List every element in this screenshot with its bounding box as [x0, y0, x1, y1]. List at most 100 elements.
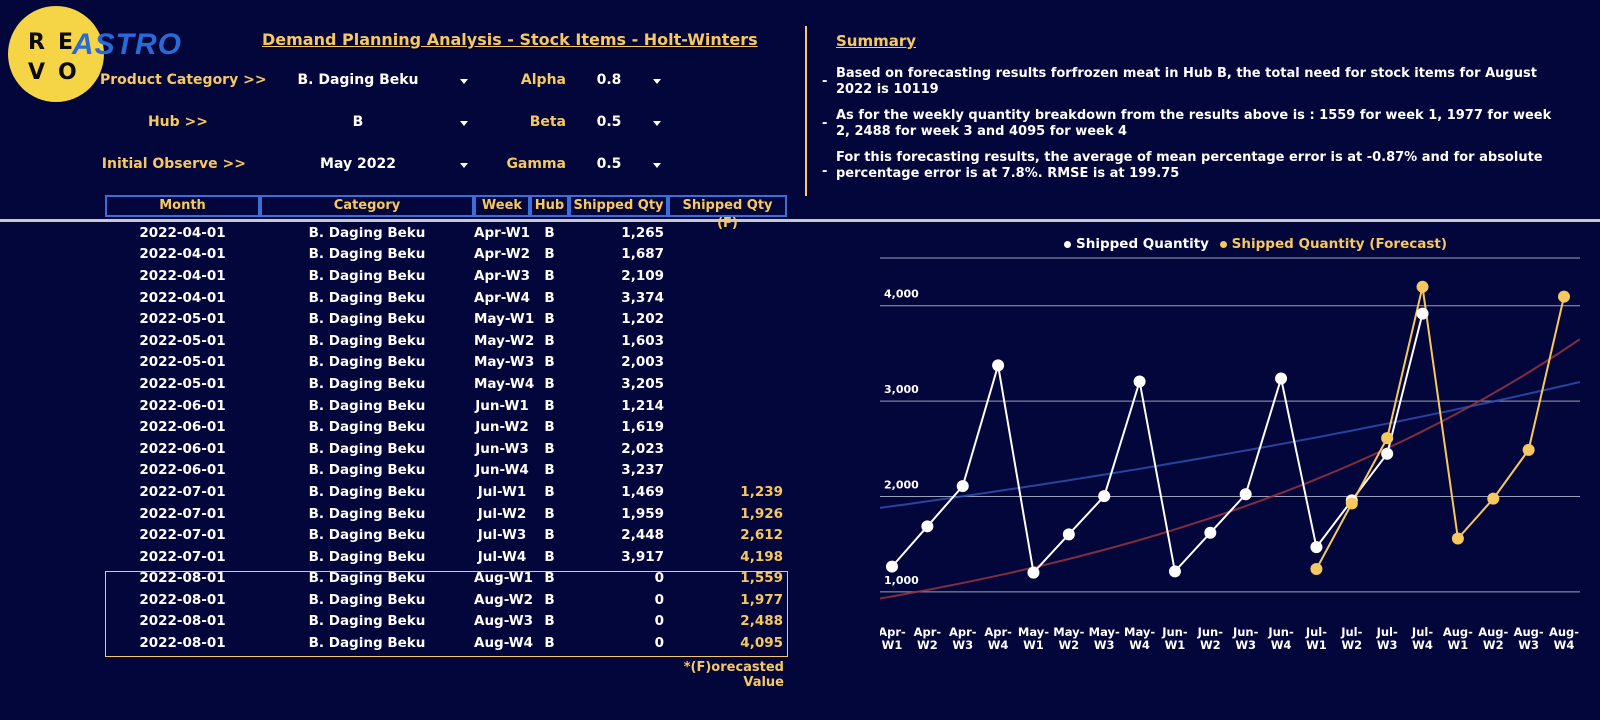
chevron-down-icon — [460, 163, 468, 168]
cell-shipped-qty: 1,202 — [621, 311, 664, 328]
cell-shipped-qty: 3,374 — [621, 289, 664, 306]
header-hub[interactable]: Hub — [530, 195, 569, 217]
hub-value: B — [352, 114, 364, 130]
x-tick-label: Apr-W2 — [914, 625, 942, 652]
y-tick-label: 3,000 — [884, 383, 919, 396]
hub-dropdown[interactable]: B — [290, 110, 470, 136]
cell-category: B. Daging Beku — [308, 548, 426, 565]
data-point-forecast — [1558, 290, 1570, 303]
header-month[interactable]: Month — [105, 195, 260, 217]
cell-week: May-W2 — [474, 332, 535, 349]
gamma-value: 0.5 — [596, 156, 622, 172]
cell-hub: B — [544, 548, 555, 565]
logo-letter: R — [28, 30, 45, 55]
table-row[interactable]: 2022-04-01 B. Daging Beku Apr-W4 B 3,374 — [105, 287, 787, 309]
cell-week: Jun-W2 — [475, 419, 529, 436]
alpha-label: Alpha — [520, 72, 566, 88]
cell-week: Jul-W2 — [477, 505, 527, 522]
forecast-highlight-box — [105, 571, 788, 657]
cell-month: 2022-04-01 — [139, 267, 226, 284]
cell-week: Jun-W4 — [475, 462, 529, 479]
bullet-dash: - — [822, 164, 828, 179]
data-point-shipped — [1275, 372, 1288, 385]
data-point-shipped — [1381, 447, 1394, 460]
table-row[interactable]: 2022-07-01 B. Daging Beku Jul-W3 B 2,448 2,61… — [105, 524, 787, 546]
cell-hub: B — [544, 354, 555, 371]
product-category-dropdown[interactable]: B. Daging Beku — [290, 68, 470, 94]
header-category[interactable]: Category — [260, 195, 474, 217]
table-row[interactable]: 2022-06-01 B. Daging Beku Jun-W4 B 3,237 — [105, 460, 787, 482]
x-tick-label: Jun-W3 — [1232, 625, 1259, 652]
logo-letter: O — [58, 60, 77, 85]
cell-shipped-qty: 2,003 — [621, 354, 664, 371]
x-tick-label: Aug-W2 — [1478, 625, 1508, 652]
table-row[interactable]: 2022-04-01 B. Daging Beku Apr-W3 B 2,109 — [105, 265, 787, 287]
cell-week: Apr-W3 — [474, 267, 531, 284]
cell-shipped-qty: 2,109 — [621, 267, 664, 284]
cell-hub: B — [544, 224, 555, 241]
table-row[interactable]: 2022-06-01 B. Daging Beku Jun-W1 B 1,214 — [105, 395, 787, 417]
data-point-forecast — [1487, 492, 1500, 505]
cell-month: 2022-05-01 — [139, 354, 226, 371]
cell-month: 2022-05-01 — [139, 311, 226, 328]
chevron-down-icon — [653, 163, 661, 168]
summary-item: - For this forecasting results, the aver… — [822, 150, 1562, 184]
cell-week: Apr-W4 — [474, 289, 531, 306]
cell-week: May-W3 — [474, 354, 535, 371]
cell-week: Jul-W1 — [477, 483, 527, 500]
table-row[interactable]: 2022-05-01 B. Daging Beku May-W3 B 2,003 — [105, 352, 787, 374]
series-line-shipped — [891, 313, 1424, 575]
cell-shipped-qty: 1,469 — [621, 483, 664, 500]
cell-category: B. Daging Beku — [308, 483, 426, 500]
cell-category: B. Daging Beku — [308, 224, 426, 241]
table-row[interactable]: 2022-04-01 B. Daging Beku Apr-W2 B 1,687 — [105, 244, 787, 266]
table-row[interactable]: 2022-05-01 B. Daging Beku May-W4 B 3,205 — [105, 373, 787, 395]
alpha-dropdown[interactable]: 0.8 — [590, 68, 670, 94]
table-row[interactable]: 2022-07-01 B. Daging Beku Jul-W1 B 1,469 1,23… — [105, 481, 787, 503]
table-row[interactable]: 2022-07-01 B. Daging Beku Jul-W4 B 3,917 4,19… — [105, 546, 787, 568]
cell-shipped-qty: 3,237 — [621, 462, 664, 479]
cell-hub: B — [544, 527, 555, 544]
beta-dropdown[interactable]: 0.5 — [590, 110, 670, 136]
cell-month: 2022-06-01 — [139, 397, 226, 414]
data-point-shipped — [1133, 375, 1146, 388]
x-tick-label: Apr-W1 — [880, 625, 906, 652]
chevron-down-icon — [460, 79, 468, 84]
cell-week: Jun-W3 — [475, 440, 529, 457]
header-shipped-qty-forecast[interactable]: Shipped Qty (F) — [668, 195, 787, 231]
cell-hub: B — [544, 505, 555, 522]
cell-category: B. Daging Beku — [308, 462, 426, 479]
x-tick-label: Aug-W4 — [1549, 625, 1579, 652]
table-row[interactable]: 2022-05-01 B. Daging Beku May-W2 B 1,603 — [105, 330, 787, 352]
x-tick-label: Jun-W2 — [1197, 625, 1224, 652]
data-point-shipped — [1062, 528, 1075, 541]
cell-week: Jun-W1 — [475, 397, 529, 414]
x-tick-label: Jun-W1 — [1161, 625, 1188, 652]
header-week[interactable]: Week — [474, 195, 530, 217]
cell-category: B. Daging Beku — [308, 527, 426, 544]
cell-week: Jul-W4 — [477, 548, 527, 565]
product-category-value: B. Daging Beku — [297, 72, 419, 88]
cell-month: 2022-07-01 — [139, 548, 226, 565]
data-point-shipped — [921, 520, 934, 533]
data-point-forecast — [1310, 563, 1323, 576]
line-chart: 1,000 2,000 3,000 4,000 Apr-W1 Apr-W2 Apr-W3 Ap… — [880, 257, 1580, 652]
header-shipped-qty[interactable]: Shipped Qty — [569, 195, 668, 217]
x-tick-label: Jul-W4 — [1411, 625, 1433, 652]
cell-week: May-W4 — [474, 375, 535, 392]
cell-month: 2022-07-01 — [139, 527, 226, 544]
cell-hub: B — [544, 462, 555, 479]
cell-shipped-qty: 2,448 — [621, 527, 664, 544]
table-row[interactable]: 2022-06-01 B. Daging Beku Jun-W2 B 1,619 — [105, 416, 787, 438]
data-point-forecast — [1381, 432, 1394, 445]
table-row[interactable]: 2022-05-01 B. Daging Beku May-W1 B 1,202 — [105, 308, 787, 330]
cell-shipped-qty-forecast: 2,612 — [740, 527, 783, 544]
gamma-dropdown[interactable]: 0.5 — [590, 152, 670, 178]
initial-observe-dropdown[interactable]: May 2022 — [290, 152, 470, 178]
cell-hub: B — [544, 397, 555, 414]
table-row[interactable]: 2022-04-01 B. Daging Beku Apr-W1 B 1,265 — [105, 222, 787, 244]
table-row[interactable]: 2022-07-01 B. Daging Beku Jul-W2 B 1,959 1,92… — [105, 503, 787, 525]
chevron-down-icon — [653, 79, 661, 84]
y-tick-label: 2,000 — [884, 478, 919, 491]
table-row[interactable]: 2022-06-01 B. Daging Beku Jun-W3 B 2,023 — [105, 438, 787, 460]
